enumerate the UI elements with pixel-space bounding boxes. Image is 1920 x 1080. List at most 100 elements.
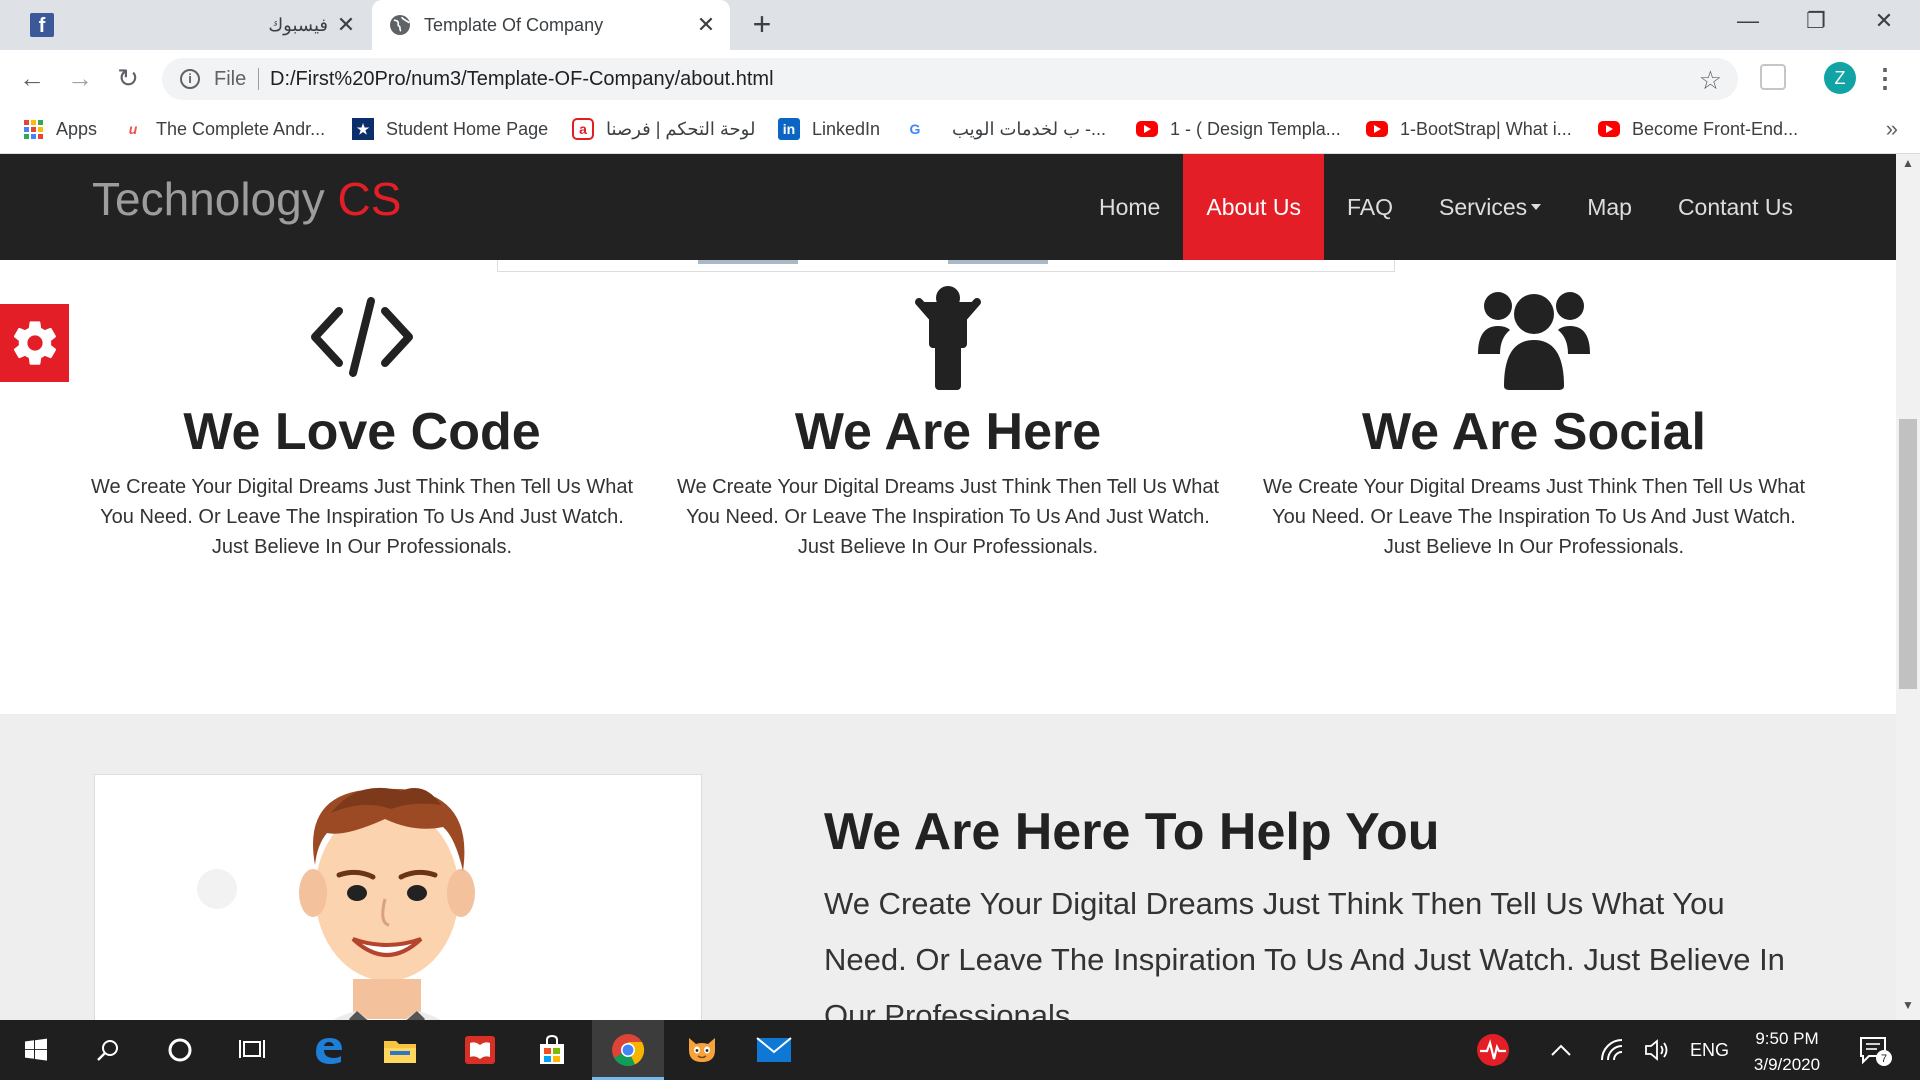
- scroll-down-arrow-icon[interactable]: ▼: [1896, 998, 1920, 1018]
- restore-button[interactable]: ❐: [1782, 0, 1850, 42]
- site-navbar: Technology CS Home About Us FAQ Services…: [0, 154, 1896, 260]
- menu-item-faq[interactable]: FAQ: [1324, 154, 1416, 260]
- close-window-button[interactable]: ✕: [1850, 0, 1918, 42]
- feature-text: We Create Your Digital Dreams Just Think…: [90, 476, 634, 558]
- edge-icon[interactable]: [292, 1020, 364, 1080]
- menu-item-about-us[interactable]: About Us: [1183, 154, 1324, 260]
- bookmark-label: ب لخدمات الويب -...: [952, 118, 1107, 139]
- site-logo[interactable]: Technology CS: [92, 172, 401, 226]
- users-icon: [1478, 292, 1590, 390]
- menu-label: Contant Us: [1677, 193, 1793, 220]
- bookmark-udemy[interactable]: u The Complete Andr...: [122, 106, 325, 152]
- action-center-icon[interactable]: 7: [1858, 1020, 1892, 1080]
- youtube-icon: [1136, 121, 1158, 137]
- close-tab-button[interactable]: ✕: [334, 13, 358, 37]
- bookmark-apps[interactable]: Apps: [22, 106, 97, 152]
- chrome-icon[interactable]: [592, 1020, 664, 1080]
- bookmark-google[interactable]: G: [904, 106, 938, 152]
- clock-date: 3/9/2020: [1753, 1055, 1821, 1074]
- bookmark-student-home[interactable]: ★ Student Home Page: [352, 106, 548, 152]
- feature-we-are-here: We Are Here We Create Your Digital Dream…: [668, 280, 1228, 562]
- bookmark-label: Become Front-End...: [1632, 118, 1799, 139]
- system-clock[interactable]: 9:50 PM 3/9/2020: [1732, 1026, 1842, 1078]
- settings-toggle-button[interactable]: [0, 304, 69, 382]
- menu-item-services[interactable]: Services: [1416, 154, 1564, 260]
- bookmark-star-icon[interactable]: ☆: [1699, 65, 1722, 96]
- tab-template-of-company[interactable]: Template Of Company ✕: [372, 0, 730, 50]
- scrollbar-thumb[interactable]: [1899, 419, 1917, 689]
- close-tab-button[interactable]: ✕: [694, 13, 718, 37]
- profile-avatar[interactable]: Z: [1824, 62, 1856, 94]
- feature-title: We Are Social: [1362, 403, 1706, 461]
- file-explorer-icon[interactable]: [364, 1020, 436, 1080]
- bookmark-label: لوحة التحكم | فرصنا: [606, 118, 756, 139]
- caret-down-icon: [1531, 204, 1542, 210]
- bookmark-linkedin[interactable]: in LinkedIn: [778, 106, 880, 152]
- tab-title: فيسبوك: [268, 14, 328, 35]
- linkedin-icon: in: [778, 118, 800, 140]
- windows-start-icon[interactable]: [0, 1020, 72, 1080]
- bookmark-design-template[interactable]: 1 - ( Design Templa...: [1136, 106, 1341, 152]
- bookmark-front-end[interactable]: Become Front-End...: [1598, 106, 1798, 152]
- bookmark-label: LinkedIn: [812, 118, 881, 139]
- back-button[interactable]: ←: [14, 60, 50, 96]
- wifi-icon[interactable]: [1600, 1020, 1626, 1080]
- mail-icon[interactable]: [738, 1020, 810, 1080]
- minimize-button[interactable]: —: [1714, 0, 1782, 42]
- search-icon[interactable]: [72, 1020, 144, 1080]
- new-tab-button[interactable]: +: [746, 8, 778, 41]
- tab-facebook[interactable]: f فيسبوك ✕: [10, 0, 370, 50]
- health-monitor-icon[interactable]: [1476, 1020, 1510, 1080]
- bookmark-web-services[interactable]: ب لخدمات الويب -...: [952, 106, 1106, 152]
- address-bar[interactable]: i File D:/First%20Pro/num3/Template-OF-C…: [162, 58, 1738, 100]
- bookmark-label: 1-BootStrap| What i...: [1400, 118, 1572, 139]
- gear-icon: [13, 321, 56, 365]
- cortana-icon[interactable]: [144, 1020, 216, 1080]
- bookmark-forsa[interactable]: a لوحة التحكم | فرصنا: [572, 106, 755, 152]
- input-language-indicator[interactable]: ENG: [1690, 1020, 1729, 1080]
- udemy-icon: u: [128, 121, 138, 137]
- notification-count-badge: 7: [1881, 1053, 1887, 1065]
- info-icon[interactable]: i: [180, 69, 200, 89]
- bookmark-bootstrap[interactable]: 1-BootStrap| What i...: [1366, 106, 1572, 152]
- menu-label: About Us: [1206, 193, 1301, 220]
- browser-menu-icon[interactable]: ⋮: [1872, 62, 1898, 94]
- task-view-icon[interactable]: [216, 1020, 288, 1080]
- bookmarks-overflow-button[interactable]: »: [1886, 116, 1898, 142]
- feature-we-love-code: We Love Code We Create Your Digital Drea…: [82, 280, 642, 562]
- cartoon-man-illustration: [197, 787, 475, 1020]
- person-illustration-card: [94, 774, 702, 1020]
- facebook-icon: f: [30, 13, 54, 37]
- page-scrollbar[interactable]: ▲ ▼: [1896, 154, 1920, 1020]
- url-divider: [258, 68, 259, 90]
- feature-title: We Love Code: [183, 403, 541, 461]
- bookmark-label: Student Home Page: [386, 118, 549, 139]
- feature-text: We Create Your Digital Dreams Just Think…: [676, 476, 1220, 558]
- menu-item-map[interactable]: Map: [1564, 154, 1655, 260]
- slider-bottom-edge: [497, 260, 1395, 272]
- forward-button[interactable]: →: [62, 60, 98, 96]
- scroll-up-arrow-icon[interactable]: ▲: [1896, 156, 1920, 176]
- feature-text: We Create Your Digital Dreams Just Think…: [1262, 476, 1806, 558]
- bookmark-label: Apps: [56, 118, 98, 139]
- menu-label: Map: [1587, 193, 1632, 220]
- browser-toolbar: ← → ↻ i File D:/First%20Pro/num3/Templat…: [0, 50, 1920, 106]
- google-icon: G: [909, 121, 921, 137]
- feature-title: We Are Here: [794, 403, 1102, 461]
- menu-item-contact-us[interactable]: Contant Us: [1655, 154, 1816, 260]
- scratch-icon[interactable]: [666, 1020, 738, 1080]
- star-badge-icon: ★: [352, 118, 374, 140]
- url-text[interactable]: D:/First%20Pro/num3/Template-OF-Company/…: [270, 68, 774, 91]
- volume-icon[interactable]: [1644, 1020, 1670, 1080]
- show-hidden-icons-icon[interactable]: [1550, 1020, 1572, 1080]
- store-icon[interactable]: [516, 1020, 588, 1080]
- menu-item-home[interactable]: Home: [1076, 154, 1183, 260]
- reader-icon[interactable]: [444, 1020, 516, 1080]
- globe-icon: [390, 15, 410, 35]
- reload-button[interactable]: ↻: [110, 60, 146, 96]
- extension-icon[interactable]: [1760, 64, 1786, 90]
- youtube-icon: [1598, 121, 1620, 137]
- menu-label: Services: [1438, 193, 1528, 220]
- forsa-icon: a: [572, 118, 594, 140]
- help-title: We Are Here To Help You: [824, 803, 1440, 861]
